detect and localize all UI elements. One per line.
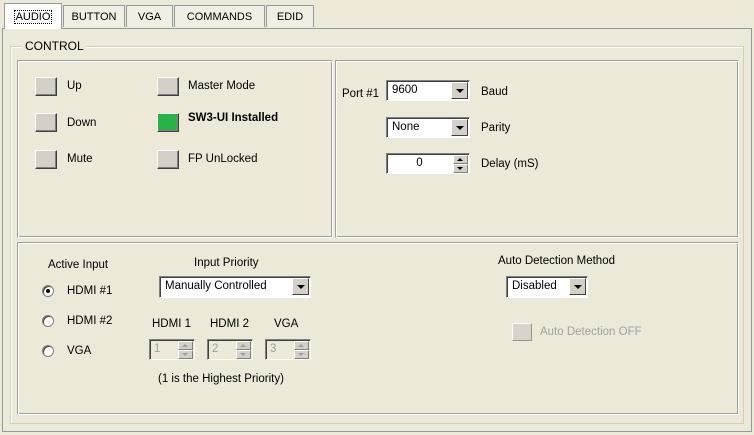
fp-unlocked-label: FP UnLocked [188,153,258,165]
up-label: Up [67,80,82,92]
spin-up-icon[interactable] [294,341,309,350]
tab-label: AUDIO [13,9,53,24]
parity-value: None [392,121,420,133]
spin-up-icon[interactable] [236,341,251,350]
parity-select[interactable]: None [386,117,470,138]
delay-spinner[interactable]: 0 [386,153,470,174]
chevron-down-icon[interactable] [451,119,468,136]
chevron-down-icon[interactable] [292,278,309,295]
port-label: Port #1 [342,88,380,100]
master-mode-label: Master Mode [188,80,256,92]
auto-detection-select[interactable]: Disabled [506,276,588,298]
tab-label: EDID [276,10,304,23]
active-input-heading: Active Input [48,259,109,271]
vga-radio[interactable] [42,345,54,357]
tab-edid[interactable]: EDID [266,5,314,27]
control-legend: CONTROL [22,39,87,53]
sw3-ui-installed-indicator[interactable] [157,113,179,132]
hdmi2-label: HDMI #2 [67,315,113,327]
delay-label: Delay (mS) [481,158,539,170]
parity-label: Parity [481,122,511,134]
hdmi1-label: HDMI #1 [67,285,113,297]
fp-unlocked-indicator[interactable] [157,150,179,169]
priority-hdmi2-label: HDMI 2 [210,318,249,330]
tab-commands[interactable]: COMMANDS [174,5,265,27]
spin-down-icon[interactable] [453,164,468,173]
priority-vga-spinner[interactable]: 3 [265,339,311,360]
mute-indicator-button[interactable] [35,150,57,169]
input-priority-heading: Input Priority [194,257,259,269]
input-priority-select[interactable]: Manually Controlled [159,276,311,298]
priority-hdmi2-spinner[interactable]: 2 [207,339,253,360]
baud-label: Baud [481,86,508,98]
chevron-down-icon[interactable] [569,278,586,295]
master-mode-indicator[interactable] [157,77,179,96]
auto-detection-heading: Auto Detection Method [498,255,615,267]
chevron-down-icon[interactable] [451,82,468,99]
input-priority-value: Manually Controlled [165,280,267,292]
hdmi2-radio[interactable] [42,315,54,327]
priority-vga-label: VGA [274,318,299,330]
priority-note: (1 is the Highest Priority) [158,373,284,385]
tab-label: COMMANDS [186,10,253,23]
tab-audio[interactable]: AUDIO [4,3,62,29]
auto-detection-status: Auto Detection OFF [540,326,642,338]
spin-up-icon[interactable] [178,341,193,350]
priority-hdmi1-spinner[interactable]: 1 [149,339,195,360]
mute-label: Mute [67,153,93,165]
down-indicator-button[interactable] [35,113,57,132]
down-label: Down [67,117,97,129]
auto-detection-value: Disabled [512,280,557,292]
tab-vga[interactable]: VGA [126,5,173,27]
auto-detection-indicator [512,323,532,341]
baud-select[interactable]: 9600 [386,80,470,101]
priority-hdmi2-value: 2 [212,343,219,355]
tab-label: BUTTON [71,10,117,23]
priority-hdmi1-label: HDMI 1 [152,318,191,330]
spin-down-icon[interactable] [294,350,309,359]
priority-hdmi1-value: 1 [154,343,161,355]
priority-vga-value: 3 [270,343,277,355]
sw3-ui-installed-label: SW3-UI Installed [188,112,279,124]
hdmi1-radio[interactable] [42,285,54,297]
tab-label: VGA [137,10,162,23]
spin-down-icon[interactable] [178,350,193,359]
baud-value: 9600 [392,84,418,96]
tab-button[interactable]: BUTTON [63,5,125,27]
spin-up-icon[interactable] [453,155,468,164]
delay-value: 0 [416,157,423,169]
spin-down-icon[interactable] [236,350,251,359]
vga-label: VGA [67,345,92,357]
up-indicator-button[interactable] [35,77,57,96]
